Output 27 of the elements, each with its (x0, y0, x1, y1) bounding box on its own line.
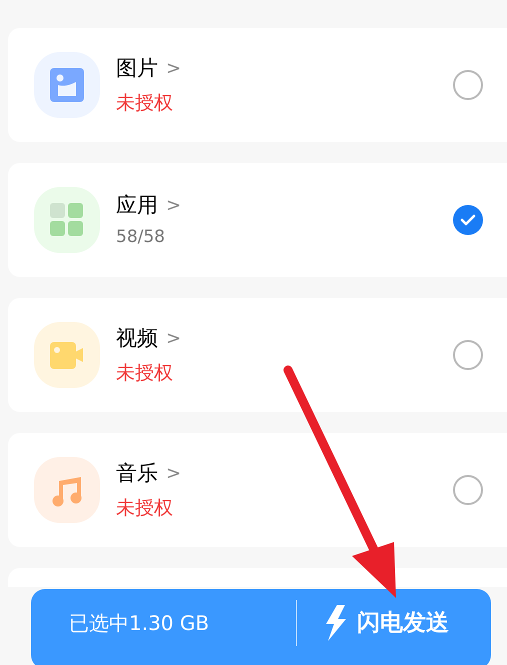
category-title: 视频 (116, 325, 158, 352)
item-count: 58/58 (116, 226, 166, 249)
category-card[interactable]: 应用 > 58/58 (8, 163, 507, 277)
chevron: > (166, 194, 182, 218)
category-title: 音乐 (116, 460, 158, 487)
unchecked-radio[interactable] (453, 340, 483, 370)
category-card[interactable]: 音乐 > 未授权 (8, 433, 507, 547)
chevron: > (166, 462, 182, 486)
category-title: 图片 (116, 55, 158, 82)
lightning-icon (325, 605, 347, 641)
apps-icon (34, 187, 100, 253)
check-icon (460, 214, 476, 226)
authorization-status: 未授权 (116, 496, 174, 520)
image-icon (34, 52, 100, 118)
chevron: > (166, 57, 182, 82)
chevron: > (166, 327, 182, 352)
video-camera-icon (34, 322, 100, 388)
authorization-status: 未授权 (116, 90, 174, 116)
unchecked-radio[interactable] (453, 70, 483, 100)
category-title: 应用 (116, 192, 158, 218)
selected-size: 已选中1.30 GB (68, 610, 210, 637)
unchecked-radio[interactable] (453, 475, 483, 505)
authorization-status: 未授权 (116, 360, 174, 386)
music-note-icon (34, 457, 100, 523)
checked-radio[interactable] (453, 205, 483, 235)
category-card[interactable]: 图片 > 未授权 (8, 28, 507, 142)
category-card[interactable]: 视频 > 未授权 (8, 298, 507, 412)
